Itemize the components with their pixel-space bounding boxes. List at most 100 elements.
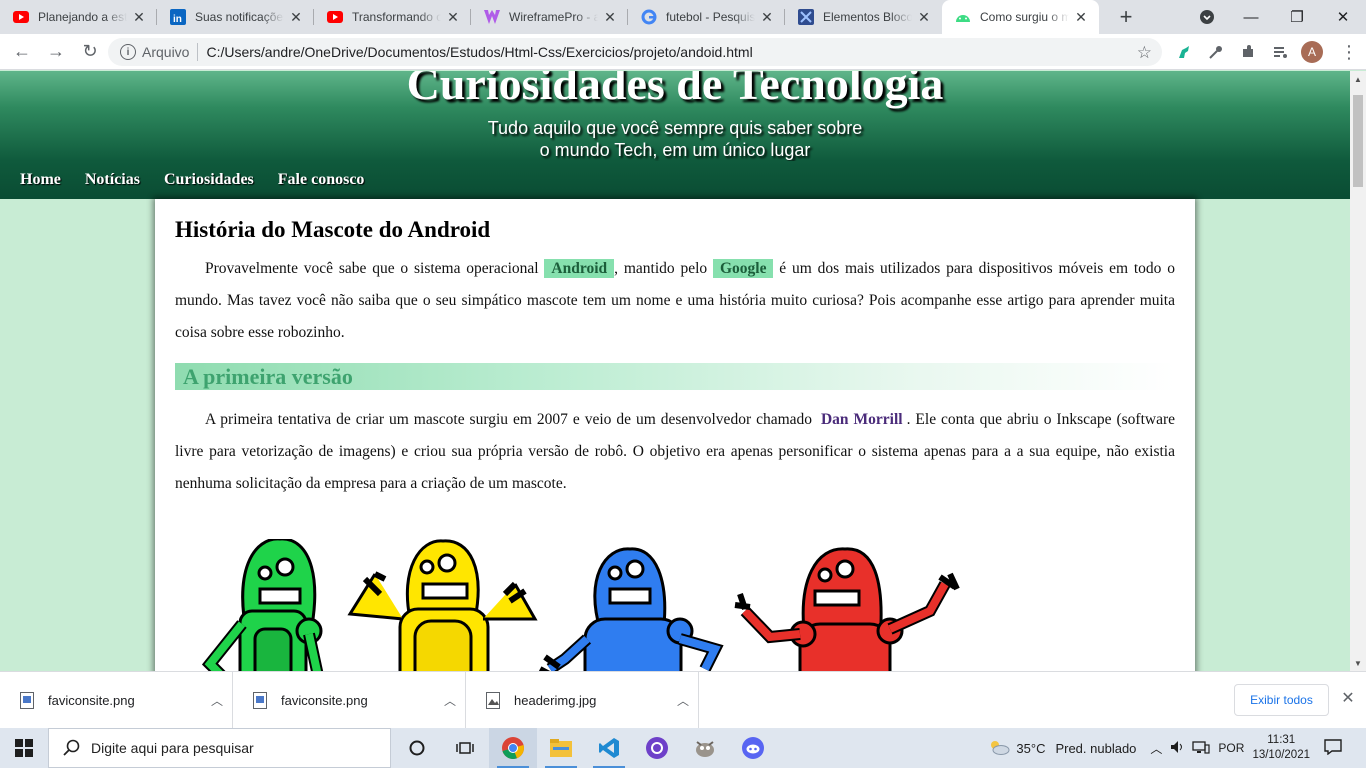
tab-search-icon[interactable] xyxy=(1196,8,1218,26)
article-paragraph-2: A primeira tentativa de criar um mascote… xyxy=(175,411,1176,492)
menu-kebab-icon[interactable]: ⋮ xyxy=(1340,40,1358,64)
android-icon xyxy=(955,9,971,25)
task-view-icon[interactable] xyxy=(441,728,489,768)
restore-icon[interactable]: ❐ xyxy=(1274,0,1320,34)
network-icon[interactable] xyxy=(1192,740,1211,757)
close-icon[interactable]: ✕ xyxy=(1073,9,1089,25)
mascot-illustration xyxy=(201,539,960,671)
system-tray: 35°C Pred. nublado ︿ POR 11:31 13/10/202… xyxy=(988,728,1366,768)
wireframepro-icon xyxy=(484,9,500,25)
tab-wireframepro[interactable]: WireframePro - a ✕ xyxy=(471,0,628,34)
close-window-icon[interactable]: ✕ xyxy=(1320,0,1366,34)
extension-dino-icon[interactable] xyxy=(1174,42,1194,62)
site-subtitle-line1: Tudo aquilo que você sempre quis saber s… xyxy=(487,118,863,138)
avatar[interactable]: A xyxy=(1301,41,1323,63)
eyedropper-icon[interactable] xyxy=(1206,42,1226,62)
tab-title: WireframePro - a xyxy=(509,10,598,24)
language-indicator[interactable]: POR xyxy=(1218,741,1244,755)
tab-transformando[interactable]: Transformando o ✕ xyxy=(314,0,471,34)
minimize-icon[interactable]: — xyxy=(1228,0,1274,34)
new-tab-button[interactable]: + xyxy=(1111,2,1141,32)
extensions-puzzle-icon[interactable] xyxy=(1238,42,1258,62)
article-paragraph-1: Provavelmente você sabe que o sistema op… xyxy=(175,259,1175,341)
scroll-up-icon[interactable]: ▲ xyxy=(1350,71,1366,87)
bookmark-star-icon[interactable]: ☆ xyxy=(1137,43,1152,63)
highlight-android: Android xyxy=(544,259,615,278)
tab-title: futebol - Pesquisa xyxy=(666,10,755,24)
image-file-icon xyxy=(20,691,34,709)
tab-linkedin[interactable]: in Suas notificações ✕ xyxy=(157,0,314,34)
reload-icon[interactable]: ↻ xyxy=(74,36,106,68)
image-file-icon xyxy=(253,691,267,709)
search-icon xyxy=(63,739,80,756)
chevron-up-icon[interactable]: ︿ xyxy=(202,692,232,709)
clock-time: 11:31 xyxy=(1267,734,1296,746)
close-downloads-icon[interactable]: ✕ xyxy=(1338,688,1358,710)
volume-icon[interactable] xyxy=(1170,740,1186,757)
tab-title: Planejando a estrutura xyxy=(38,10,127,24)
tab-active-android[interactable]: Como surgiu o mascote ✕ xyxy=(942,0,1099,34)
weather-desc[interactable]: Pred. nublado xyxy=(1055,741,1136,756)
tab-elementos-bloco[interactable]: Elementos Bloco ✕ xyxy=(785,0,942,34)
cortana-icon[interactable] xyxy=(393,728,441,768)
scroll-down-icon[interactable]: ▼ xyxy=(1350,655,1366,671)
back-icon[interactable]: ← xyxy=(6,36,38,68)
windows-start-icon[interactable] xyxy=(0,728,48,768)
tray-chevron-up-icon[interactable]: ︿ xyxy=(1150,740,1162,757)
tab-title: Elementos Bloco xyxy=(823,10,912,24)
article: História do Mascote do Android Provavelm… xyxy=(155,199,1195,671)
vscode-icon[interactable] xyxy=(585,728,633,768)
taskbar-search-input[interactable]: Digite aqui para pesquisar xyxy=(48,728,391,768)
show-all-downloads-button[interactable]: Exibir todos xyxy=(1234,684,1329,716)
nav-link-fale-conosco[interactable]: Fale conosco xyxy=(278,171,365,189)
download-filename: faviconsite.png xyxy=(281,692,368,708)
download-item[interactable]: faviconsite.png ︿ xyxy=(233,671,466,729)
chrome-icon[interactable] xyxy=(489,728,537,768)
chevron-up-icon[interactable]: ︿ xyxy=(435,692,465,709)
youtube-icon xyxy=(327,9,343,25)
weather-cloud-icon[interactable] xyxy=(988,739,1010,758)
weather-temp[interactable]: 35°C xyxy=(1016,741,1045,756)
close-icon[interactable]: ✕ xyxy=(445,9,461,25)
download-filename: headerimg.jpg xyxy=(514,692,597,708)
media-queue-icon[interactable] xyxy=(1270,42,1290,62)
close-icon[interactable]: ✕ xyxy=(916,9,932,25)
site-nav: Home Notícias Curiosidades Fale conosco xyxy=(0,161,1350,199)
google-icon xyxy=(641,9,657,25)
file-explorer-icon[interactable] xyxy=(537,728,585,768)
info-icon[interactable]: i xyxy=(120,44,136,60)
nav-link-curiosidades[interactable]: Curiosidades xyxy=(164,171,254,189)
close-icon[interactable]: ✕ xyxy=(131,9,147,25)
forward-icon[interactable]: → xyxy=(40,36,72,68)
nav-link-home[interactable]: Home xyxy=(20,171,61,189)
youtube-icon xyxy=(13,9,29,25)
address-bar[interactable]: i Arquivo C:/Users/andre/OneDrive/Docume… xyxy=(108,38,1162,66)
download-item[interactable]: headerimg.jpg ︿ xyxy=(466,671,699,729)
close-icon[interactable]: ✕ xyxy=(288,9,304,25)
tab-google-search[interactable]: futebol - Pesquisa ✕ xyxy=(628,0,785,34)
github-desktop-icon[interactable] xyxy=(633,728,681,768)
close-icon[interactable]: ✕ xyxy=(602,9,618,25)
discord-icon[interactable] xyxy=(729,728,777,768)
highlight-google: Google xyxy=(712,259,774,278)
download-item[interactable]: faviconsite.png ︿ xyxy=(0,671,233,729)
address-url[interactable]: C:/Users/andre/OneDrive/Documentos/Estud… xyxy=(206,44,752,60)
scrollbar-thumb[interactable] xyxy=(1353,95,1363,187)
taskbar-search-placeholder: Digite aqui para pesquisar xyxy=(91,740,254,756)
site-icon xyxy=(798,9,814,25)
nav-link-noticias[interactable]: Notícias xyxy=(85,171,140,189)
clock-date: 13/10/2021 xyxy=(1252,749,1310,761)
mascot-yellow xyxy=(347,539,538,671)
mascot-red xyxy=(734,547,960,671)
windows-taskbar: Digite aqui para pesquisar 35°C Pred. nu… xyxy=(0,728,1366,768)
gimp-icon[interactable] xyxy=(681,728,729,768)
site-title: Curiosidades de Tecnologia xyxy=(406,71,944,109)
clock[interactable]: 11:31 13/10/2021 xyxy=(1252,733,1310,763)
tab-title: Transformando o xyxy=(352,10,441,24)
notifications-icon[interactable] xyxy=(1324,738,1342,758)
tab-planejando[interactable]: Planejando a estrutura ✕ xyxy=(0,0,157,34)
page-scrollbar[interactable]: ▲ ▼ xyxy=(1350,71,1366,671)
browser-toolbar: ← → ↻ i Arquivo C:/Users/andre/OneDrive/… xyxy=(0,34,1366,70)
chevron-up-icon[interactable]: ︿ xyxy=(668,692,698,709)
close-icon[interactable]: ✕ xyxy=(759,9,775,25)
